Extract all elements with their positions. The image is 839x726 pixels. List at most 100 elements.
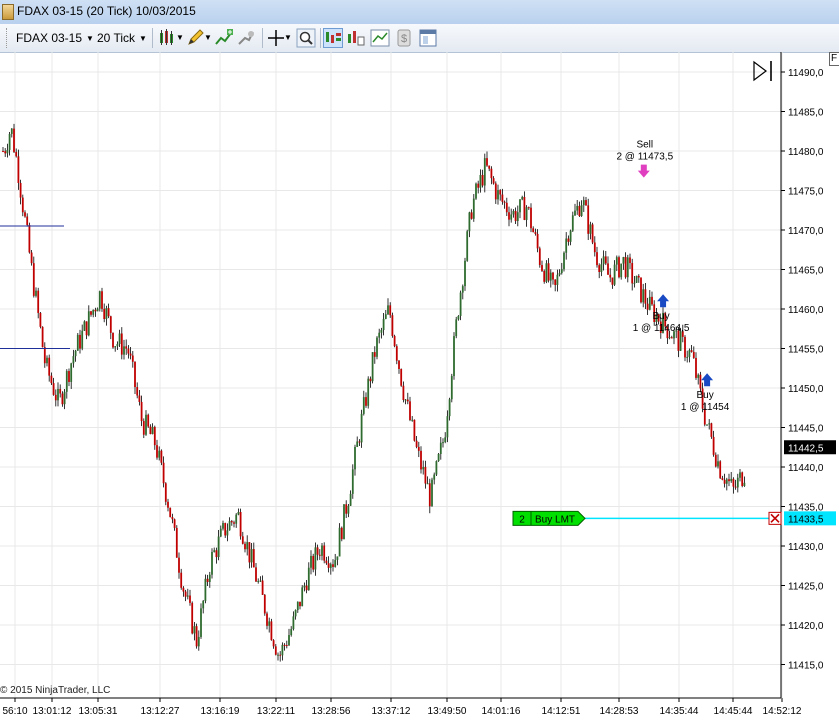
candle-body bbox=[635, 275, 638, 283]
candle-body bbox=[202, 600, 205, 609]
execution-markers: Sell2 @ 11473,5Buy1 @ 11464,5Buy1 @ 1145… bbox=[616, 140, 729, 414]
candle-body bbox=[629, 257, 631, 264]
candle-body bbox=[532, 228, 535, 233]
candle-body bbox=[175, 527, 178, 558]
candle-body bbox=[457, 315, 460, 320]
strategy-icon[interactable] bbox=[236, 28, 256, 48]
candle-body bbox=[301, 587, 304, 607]
candle-body bbox=[569, 230, 572, 242]
candle-body bbox=[4, 151, 7, 154]
buy-arrow-icon bbox=[657, 294, 670, 308]
candle-body bbox=[464, 260, 466, 287]
candle-body bbox=[125, 346, 128, 349]
candle-body bbox=[32, 263, 35, 296]
candle-body bbox=[164, 483, 167, 502]
candle-body bbox=[48, 357, 51, 376]
candle-body bbox=[424, 466, 427, 484]
candle-body bbox=[446, 416, 449, 438]
candle-body bbox=[670, 337, 673, 339]
candle-body bbox=[230, 521, 233, 523]
working-order[interactable]: 2 Buy LMT bbox=[512, 510, 782, 526]
candle-body bbox=[699, 374, 702, 389]
candle-body bbox=[725, 479, 728, 484]
candle-body bbox=[690, 350, 693, 352]
price-tick-label: 11430,0 bbox=[788, 542, 824, 553]
chevron-down-icon[interactable]: ▼ bbox=[176, 28, 184, 48]
pencil-icon[interactable] bbox=[186, 28, 206, 48]
candle-body bbox=[382, 318, 385, 331]
execution-label: 1 @ 11464,5 bbox=[633, 323, 690, 334]
candle-body bbox=[723, 479, 726, 484]
zoom-icon[interactable] bbox=[296, 28, 316, 48]
candle-body bbox=[387, 305, 389, 315]
candle-body bbox=[648, 296, 651, 310]
candle-body bbox=[109, 316, 112, 333]
candle-body bbox=[692, 351, 695, 358]
price-chart[interactable]: Sell2 @ 11473,5Buy1 @ 11464,5Buy1 @ 1145… bbox=[0, 52, 839, 726]
instrument-selector[interactable]: FDAX 03-15 ▼ bbox=[16, 28, 94, 48]
candle-body bbox=[543, 270, 546, 282]
candle-body bbox=[556, 274, 559, 285]
candle-body bbox=[83, 321, 86, 331]
candle-body bbox=[483, 158, 486, 186]
candle-body bbox=[400, 368, 403, 386]
time-tick-label: 14:28:53 bbox=[600, 706, 639, 717]
execution-label: Buy bbox=[696, 390, 713, 401]
panel-label[interactable]: F bbox=[829, 52, 839, 66]
candle-body bbox=[72, 356, 75, 364]
bars-icon[interactable] bbox=[158, 28, 178, 48]
candle-body bbox=[472, 198, 475, 219]
candle-body bbox=[274, 646, 277, 655]
line-chart-icon[interactable] bbox=[370, 28, 390, 48]
candle-body bbox=[85, 321, 88, 336]
candle-body bbox=[609, 274, 612, 278]
candle-body bbox=[314, 547, 317, 570]
candle-body bbox=[378, 332, 381, 338]
time-tick-label: 14:52:12 bbox=[763, 706, 802, 717]
candle-body bbox=[712, 436, 715, 455]
candle-body bbox=[90, 311, 92, 315]
candle-body bbox=[356, 441, 359, 447]
candle-body bbox=[351, 469, 354, 494]
candle-body bbox=[393, 335, 396, 347]
candle-body bbox=[94, 309, 97, 312]
candle-body bbox=[453, 336, 455, 377]
toolbar-divider bbox=[152, 28, 153, 48]
chart-trader-icon[interactable] bbox=[323, 28, 343, 48]
candle-body bbox=[140, 401, 143, 422]
candle-body bbox=[325, 560, 328, 564]
candle-body bbox=[527, 207, 530, 209]
candle-body bbox=[439, 442, 442, 454]
candle-body bbox=[620, 263, 623, 278]
candle-body bbox=[428, 483, 431, 507]
chart-trader-toggle-icon[interactable] bbox=[753, 60, 772, 82]
candle-body bbox=[228, 521, 231, 531]
candle-body bbox=[279, 654, 282, 656]
candle-body bbox=[369, 378, 372, 382]
candle-body bbox=[316, 547, 319, 555]
candle-body bbox=[15, 151, 18, 157]
candle-body bbox=[208, 574, 211, 582]
crosshair-icon[interactable] bbox=[266, 28, 286, 48]
candle-body bbox=[184, 591, 187, 597]
candle-body bbox=[622, 257, 625, 264]
money-icon[interactable]: $ bbox=[394, 28, 414, 48]
candle-body bbox=[362, 397, 365, 414]
candle-body bbox=[626, 257, 629, 278]
toolbar-grip[interactable] bbox=[6, 28, 9, 48]
properties-icon[interactable] bbox=[418, 28, 438, 48]
candle-body bbox=[435, 461, 438, 475]
add-indicator-icon[interactable] bbox=[214, 28, 234, 48]
chevron-down-icon[interactable]: ▼ bbox=[204, 28, 212, 48]
candle-body bbox=[706, 424, 708, 426]
candle-body bbox=[615, 257, 618, 265]
price-axis[interactable]: 11490,0 11485,0 11480,0 11475,0 11470,0 11465… bbox=[780, 52, 836, 698]
candle-body bbox=[494, 183, 497, 200]
interval-selector[interactable]: 20 Tick ▼ bbox=[97, 28, 147, 48]
cancel-order-icon[interactable] bbox=[768, 511, 782, 525]
time-axis[interactable]: 56:10 13:01:12 13:05:31 13:12:27 13:16:19 13:… bbox=[0, 697, 802, 717]
candle-body bbox=[107, 308, 110, 317]
chevron-down-icon[interactable]: ▼ bbox=[284, 28, 292, 48]
candle-body bbox=[345, 504, 348, 514]
data-box-icon[interactable] bbox=[346, 28, 366, 48]
